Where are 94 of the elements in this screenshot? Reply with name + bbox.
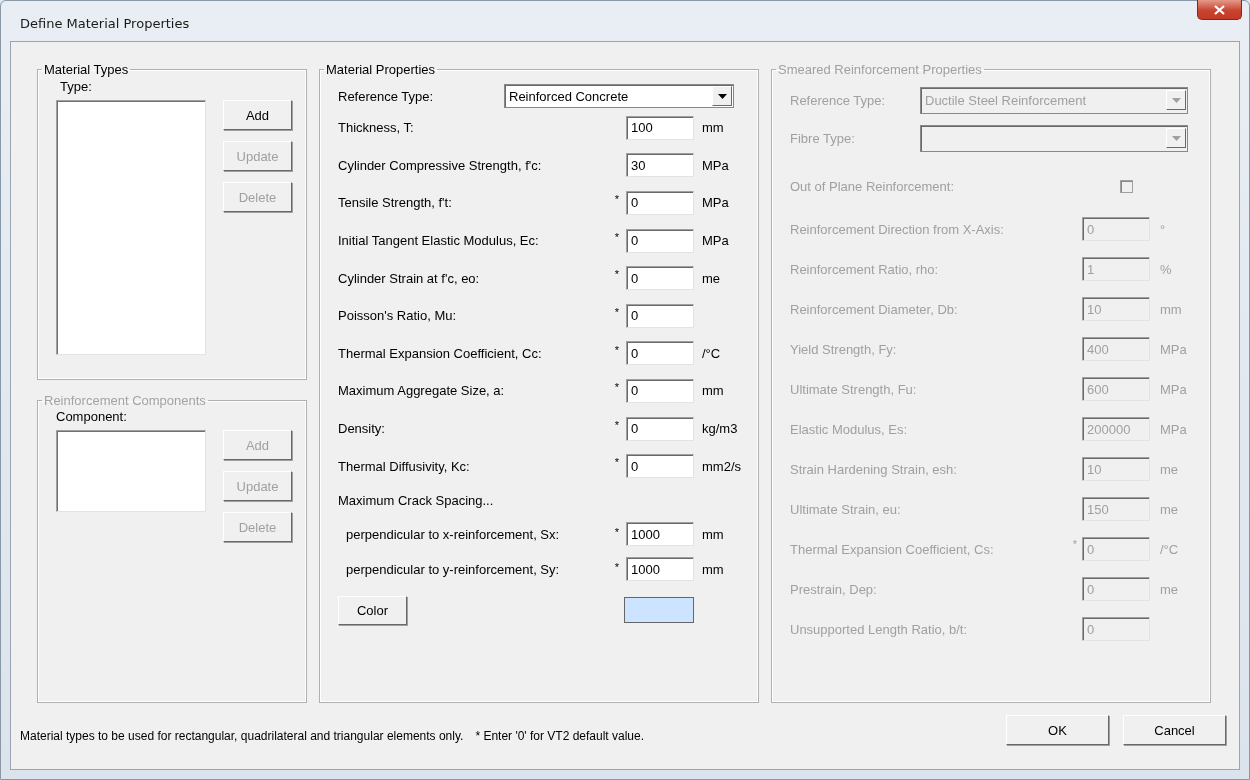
field-label: Cylinder Compressive Strength, f'c: [338, 157, 543, 173]
field-label: Ultimate Strength, Fu: [790, 381, 918, 397]
input-field[interactable]: 1000 [626, 557, 694, 582]
input-field[interactable]: 1000 [626, 522, 694, 547]
field-label: Poisson's Ratio, Mu: [338, 308, 458, 324]
default-marker: * [614, 268, 620, 281]
unit-label: MPa [1160, 381, 1187, 397]
list-label: Type: [60, 79, 93, 94]
default-marker: * [614, 418, 620, 431]
field-label: perpendicular to x-reinforcement, Sx: [345, 526, 561, 542]
unit-label: kg/m3 [702, 421, 738, 437]
unit-label: mm [702, 120, 724, 136]
field-label: Reinforcement Diameter, Db: [790, 301, 959, 317]
field-label: Ultimate Strain, eu: [790, 501, 902, 517]
unit-label: MPa [1160, 421, 1187, 437]
list-label: Component: [56, 409, 128, 424]
unit-label: me [1160, 581, 1179, 597]
unit-label: /°C [702, 345, 721, 361]
field-label: Thermal Diffusivity, Kc: [338, 458, 471, 474]
default-marker: * [614, 381, 620, 394]
group-title: Material Properties [325, 62, 437, 77]
side-button[interactable]: Add [223, 100, 292, 130]
dropdown[interactable]: Reinforced Concrete [504, 84, 734, 108]
field-label: Strain Hardening Strain, esh: [790, 461, 958, 477]
unit-label: MPa [702, 233, 729, 249]
default-marker: * [614, 343, 620, 356]
field-label: Fibre Type: [790, 130, 856, 146]
field-label: Maximum Aggregate Size, a: [338, 383, 506, 399]
field-label: Thermal Expansion Coefficient, Cs: [790, 541, 995, 557]
unit-label: ° [1160, 221, 1166, 237]
unit-label: MPa [702, 195, 729, 211]
dialog-button[interactable]: OK [1006, 715, 1109, 745]
input-field[interactable]: 30 [626, 153, 694, 178]
default-marker: * [614, 560, 620, 573]
field-label: Density: [338, 421, 386, 437]
input-field[interactable]: 0 [626, 266, 694, 291]
group-title: Smeared Reinforcement Properties [777, 62, 983, 77]
field-label: Thermal Expansion Coefficient, Cc: [338, 345, 543, 361]
input-field[interactable]: 0 [626, 378, 694, 403]
unit-label: mm2/s [702, 458, 741, 474]
color-button[interactable]: Color [338, 595, 407, 625]
unit-label: me [1160, 461, 1179, 477]
unit-label: % [1160, 261, 1172, 277]
input-field[interactable]: 0 [626, 341, 694, 366]
unit-label: mm [702, 561, 724, 577]
unit-label: mm [702, 526, 724, 542]
group-title: Material Types [43, 62, 130, 77]
field-label: Initial Tangent Elastic Modulus, Ec: [338, 233, 540, 249]
input-field[interactable]: 0 [626, 454, 694, 479]
default-marker: * [614, 525, 620, 538]
caret-icon [717, 93, 727, 99]
list-box[interactable] [56, 430, 206, 512]
footer-note: Material types to be used for rectangular, quadrilateral and triangular elements only. [20, 729, 464, 743]
input-field[interactable]: 0 [626, 303, 694, 328]
default-marker: * [614, 456, 620, 469]
input-field[interactable]: 0 [626, 191, 694, 215]
close-button[interactable] [1197, 0, 1242, 20]
unit-label: me [1160, 501, 1179, 517]
field-label: Prestrain, Dep: [790, 581, 878, 597]
field-label: Unsupported Length Ratio, b/t: [790, 621, 969, 637]
field-label: Cylinder Strain at f'c, eo: [338, 270, 481, 286]
default-note: * Enter '0' for VT2 default value. [475, 729, 645, 743]
default-marker: * [614, 230, 620, 243]
field-label: Reference Type: [338, 88, 435, 104]
caret-icon [1171, 97, 1181, 103]
default-marker: * [614, 193, 620, 206]
unit-label: MPa [702, 157, 729, 173]
field-label: Reinforcement Direction from X-Axis: [790, 221, 1005, 237]
default-marker: * [614, 305, 620, 318]
unit-label: /°C [1160, 541, 1179, 557]
checkbox-label: Out of Plane Reinforcement: [790, 178, 956, 194]
field-label: Tensile Strength, f't: [338, 195, 453, 211]
input-field[interactable]: 100 [626, 115, 694, 140]
field-label: Thickness, T: [338, 120, 415, 136]
dialog-button[interactable]: Cancel [1123, 715, 1226, 745]
input-field[interactable]: 0 [626, 228, 694, 253]
field-label: Elastic Modulus, Es: [790, 421, 909, 437]
close-icon [1214, 4, 1225, 15]
field-label: perpendicular to y-reinforcement, Sy: [345, 561, 561, 577]
caret-icon [1171, 135, 1181, 141]
default-marker: * [1072, 538, 1078, 550]
field-label: Reinforcement Ratio, rho: [790, 261, 940, 277]
group-title: Reinforcement Components [43, 393, 207, 408]
input-field[interactable]: 0 [626, 416, 694, 441]
unit-label: mm [702, 383, 724, 399]
field-label: Reference Type: [790, 92, 887, 108]
unit-label: me [702, 270, 721, 286]
section-label: Maximum Crack Spacing... [338, 493, 494, 509]
unit-label: MPa [1160, 341, 1187, 357]
list-box[interactable] [56, 100, 206, 355]
window-title: Define Material Properties [20, 16, 190, 31]
field-label: Yield Strength, Fy: [790, 341, 898, 357]
unit-label: mm [1160, 301, 1182, 317]
dropdown[interactable] [920, 124, 1188, 152]
